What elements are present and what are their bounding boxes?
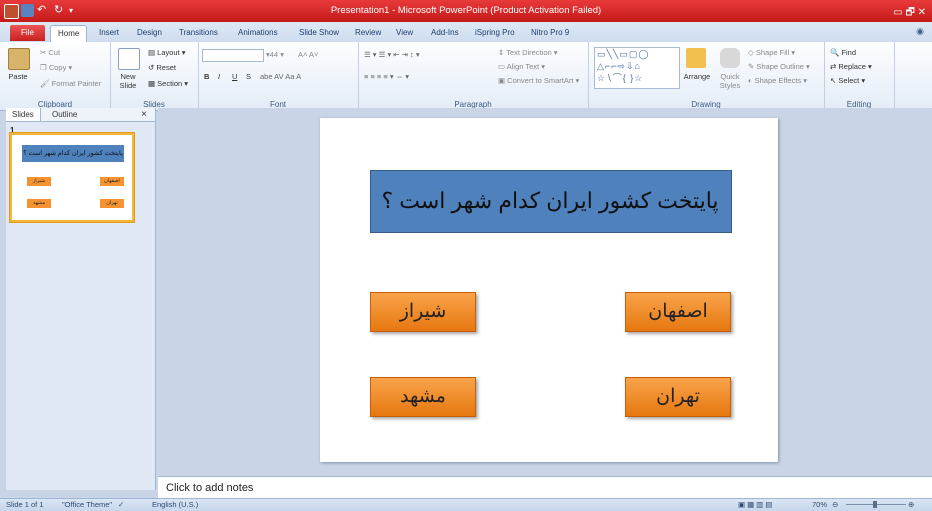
save-icon[interactable] [21, 4, 34, 17]
answer-button[interactable]: تهران [625, 377, 731, 417]
notes-placeholder[interactable]: Click to add notes [166, 482, 253, 494]
spell-check-icon[interactable]: ✓ [118, 500, 124, 509]
font-size-select[interactable]: ▾44 ▾ [266, 50, 284, 59]
title-bar: Presentation1 - Microsoft PowerPoint (Pr… [0, 0, 932, 22]
cut-button[interactable]: ✂ Cut [40, 48, 60, 57]
bold-button[interactable]: B [204, 72, 209, 81]
slide-count: Slide 1 of 1 [6, 500, 44, 509]
slide-thumbnail[interactable]: پایتخت کشور ایران کدام شهر است ؟ اصفهان … [10, 133, 134, 222]
tab-file[interactable]: File [10, 25, 45, 41]
thumb-answer: شیراز [27, 177, 51, 186]
answer-button[interactable]: شیراز [370, 292, 476, 332]
shape-outline-button[interactable]: ✎ Shape Outline ▾ [748, 62, 810, 71]
shapes-gallery[interactable]: ▭╲╲▭▢◯ △⌐⌐⇨⇩⌂ ☆∖⌒{ }☆ [594, 47, 680, 89]
grow-font-icon[interactable]: A˄ A˅ [298, 50, 318, 59]
tab-nitro-pro[interactable]: Nitro Pro 9 [524, 25, 576, 41]
help-icon[interactable]: ◉ [916, 26, 924, 37]
powerpoint-logo-icon [4, 4, 19, 19]
question-text[interactable]: پایتخت کشور ایران کدام شهر است ؟ [370, 170, 730, 231]
tab-insert[interactable]: Insert [92, 25, 126, 41]
language-indicator[interactable]: English (U.S.) [152, 500, 198, 509]
zoom-slider-thumb[interactable] [873, 501, 877, 508]
window-controls[interactable]: ▭ 🗗 ✕ [893, 5, 926, 22]
thumb-question: پایتخت کشور ایران کدام شهر است ؟ [22, 145, 124, 162]
underline-button[interactable]: U [232, 72, 237, 81]
paste-icon[interactable] [8, 48, 30, 70]
theme-name: "Office Theme" [62, 500, 113, 509]
tab-slides[interactable]: Slides [6, 108, 41, 121]
ribbon-tabs: File Home Insert Design Transitions Anim… [0, 22, 932, 43]
tab-review[interactable]: Review [348, 25, 388, 41]
status-bar: Slide 1 of 1 "Office Theme" ✓ English (U… [0, 498, 932, 511]
tab-add-ins[interactable]: Add-Ins [424, 25, 466, 41]
text-direction-button[interactable]: ⇕ Text Direction ▾ [498, 48, 558, 57]
align-text-button[interactable]: ▭ Align Text ▾ [498, 62, 545, 71]
tab-view[interactable]: View [389, 25, 420, 41]
shape-fill-button[interactable]: ◇ Shape Fill ▾ [748, 48, 795, 57]
thumb-answer: تهران [100, 199, 124, 208]
smartart-button[interactable]: ▣ Convert to SmartArt ▾ [498, 76, 579, 85]
find-button[interactable]: 🔍 Find [830, 48, 856, 57]
select-button[interactable]: ↖ Select ▾ [830, 76, 865, 85]
character-spacing-icon[interactable]: abe AV Aa A [260, 72, 301, 81]
layout-button[interactable]: ▤ Layout ▾ [148, 48, 186, 57]
undo-icon[interactable]: ↶ [37, 4, 50, 17]
thumb-answer: اصفهان [100, 177, 124, 186]
drawing-group: ▭╲╲▭▢◯ △⌐⌐⇨⇩⌂ ☆∖⌒{ }☆ Arrange Quick Styles… [588, 42, 825, 110]
answer-button[interactable]: اصفهان [625, 292, 731, 332]
tab-home[interactable]: Home [50, 25, 88, 42]
window-title: Presentation1 - Microsoft PowerPoint (Pr… [330, 5, 602, 16]
tab-outline[interactable]: Outline [46, 108, 83, 121]
bullets-icon[interactable]: ☰ ▾ ☰ ▾ ⇤ ⇥ ↕ ▾ [364, 50, 420, 59]
tab-ispring-pro[interactable]: iSpring Pro [468, 25, 522, 41]
section-button[interactable]: ▦ Section ▾ [148, 79, 188, 88]
quick-styles-icon[interactable] [720, 48, 740, 68]
close-pane-icon[interactable]: × [135, 108, 153, 121]
font-family-select[interactable] [202, 49, 264, 62]
format-painter-button[interactable]: 🖌 Format Painter [40, 79, 101, 88]
new-slide-button[interactable]: New Slide [114, 72, 142, 90]
view-buttons[interactable]: ▣▦▥▤ [738, 500, 774, 509]
answer-button[interactable]: مشهد [370, 377, 476, 417]
clipboard-group: Paste ✂ Cut ❐ Copy ▾ 🖌 Format Painter Cl… [0, 42, 111, 110]
pane-tabs: Slides Outline × [6, 108, 155, 122]
shape-effects-button[interactable]: ◐ Shape Effects ▾ [748, 76, 807, 85]
quick-styles-button[interactable]: Quick Styles [714, 72, 746, 90]
paragraph-group: ☰ ▾ ☰ ▾ ⇤ ⇥ ↕ ▾ ≡ ≡ ≡ ≡ ▾ ⇔ ▾ ⇕ Text Dir… [358, 42, 589, 110]
arrange-icon[interactable] [686, 48, 706, 68]
font-group: ▾44 ▾ A˄ A˅ B I U S abe AV Aa A Font [198, 42, 359, 110]
arrange-button[interactable]: Arrange [680, 72, 714, 81]
customize-toolbar-icon[interactable]: ▾ [69, 4, 82, 17]
copy-button[interactable]: ❐ Copy ▾ [40, 63, 72, 72]
reset-button[interactable]: ↺ Reset [148, 63, 176, 72]
tab-animations[interactable]: Animations [231, 25, 285, 41]
ribbon: Paste ✂ Cut ❐ Copy ▾ 🖌 Format Painter Cl… [0, 42, 932, 111]
notes-pane[interactable]: Click to add notes [158, 476, 932, 499]
align-icon[interactable]: ≡ ≡ ≡ ≡ ▾ ⇔ ▾ [364, 72, 409, 81]
replace-button[interactable]: ⇄ Replace ▾ [830, 62, 872, 71]
slides-group: New Slide ▤ Layout ▾ ↺ Reset ▦ Section ▾… [110, 42, 199, 110]
shadow-button[interactable]: S [246, 72, 251, 81]
zoom-in-icon[interactable]: ⊕ [908, 500, 914, 509]
redo-icon[interactable]: ↻ [54, 4, 67, 17]
tab-design[interactable]: Design [130, 25, 169, 41]
new-slide-icon[interactable] [118, 48, 140, 70]
zoom-level[interactable]: 70% [812, 500, 827, 509]
tab-slide-show[interactable]: Slide Show [292, 25, 346, 41]
paste-button[interactable]: Paste [4, 72, 32, 81]
tab-transitions[interactable]: Transitions [172, 25, 225, 41]
thumb-answer: مشهد [27, 199, 51, 208]
italic-button[interactable]: I [218, 72, 220, 81]
editing-group: 🔍 Find ⇄ Replace ▾ ↖ Select ▾ Editing [824, 42, 895, 110]
zoom-out-icon[interactable]: ⊖ [832, 500, 838, 509]
